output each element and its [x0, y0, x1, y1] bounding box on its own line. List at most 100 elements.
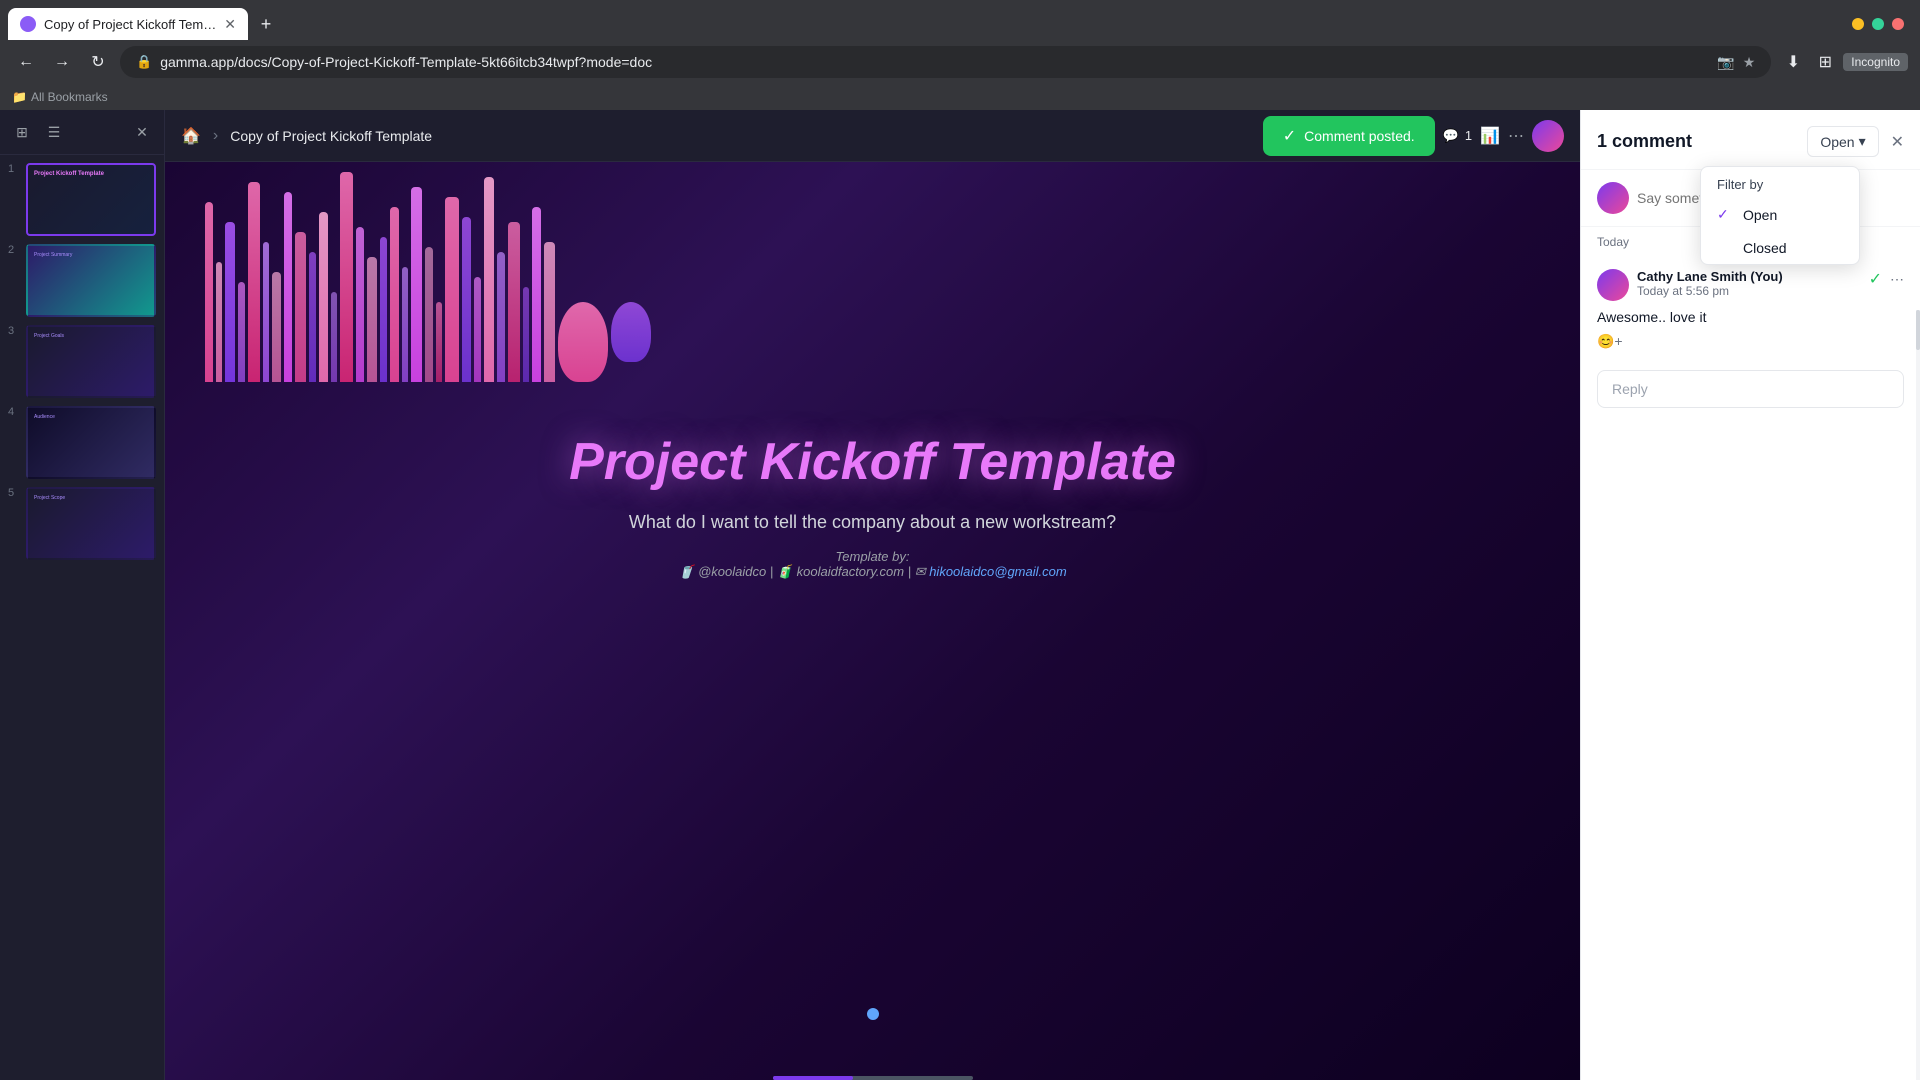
download-button[interactable]: ⬇ — [1779, 48, 1807, 76]
app-topbar: 🏠 › Copy of Project Kickoff Template ✓ C… — [165, 110, 1580, 162]
browser-actions: ⬇ ⊞ Incognito — [1779, 48, 1908, 76]
panel-scroll-area: Today Cathy Lane Smith (You) Today at 5:… — [1581, 227, 1920, 1080]
app-main: 🏠 › Copy of Project Kickoff Template ✓ C… — [165, 110, 1580, 1080]
comment-author-time: Today at 5:56 pm — [1637, 284, 1861, 298]
filter-btn-label: Open — [1820, 134, 1854, 150]
vertical-scrollbar — [1916, 310, 1920, 1080]
filter-dropdown: Filter by ✓ Open ✓ Closed — [1700, 166, 1860, 265]
check-icon: ✓ — [1283, 126, 1296, 146]
scrollbar-thumb — [1916, 310, 1920, 350]
add-emoji-button[interactable]: 😊+ — [1597, 333, 1904, 350]
address-bar[interactable]: 🔒 gamma.app/docs/Copy-of-Project-Kickoff… — [120, 46, 1771, 78]
panel-close-button[interactable]: ✕ — [1891, 132, 1904, 152]
slide-template-by: Template by: 🥤 @koolaidco | 🧃 koolaidfac… — [678, 549, 1066, 580]
list-item[interactable]: 5 Project Scope — [8, 487, 156, 560]
template-separator2: | ✉ — [908, 564, 930, 579]
slide-canvas: Project Kickoff Template What do I want … — [165, 162, 1580, 1080]
dropdown-header: Filter by — [1701, 167, 1859, 198]
horizontal-scrollbar — [773, 1076, 973, 1080]
check-icon: ✓ — [1717, 206, 1733, 223]
minimize-button[interactable] — [1852, 18, 1864, 30]
tab-close-btn[interactable]: ✕ — [224, 16, 236, 33]
slide-number: 2 — [8, 244, 20, 256]
slide-number: 5 — [8, 487, 20, 499]
comment-menu-button[interactable]: ⋯ — [1890, 271, 1904, 288]
filter-option-closed-label: Closed — [1743, 240, 1787, 256]
user-avatar[interactable] — [1532, 120, 1564, 152]
active-tab[interactable]: Copy of Project Kickoff Templa... ✕ — [8, 8, 248, 40]
tab-title: Copy of Project Kickoff Templa... — [44, 17, 216, 32]
slide-number: 3 — [8, 325, 20, 337]
slide-thumbnail[interactable]: Project Scope — [26, 487, 156, 560]
back-button[interactable]: ← — [12, 48, 40, 76]
home-button[interactable]: 🏠 — [181, 126, 201, 146]
template-separator: | 🧃 — [770, 564, 797, 579]
comment-text: Awesome.. love it — [1597, 309, 1904, 325]
topbar-actions: ✓ Comment posted. 💬 1 📊 ⋯ — [1263, 116, 1564, 156]
template-email[interactable]: hikoolaidco@gmail.com — [929, 564, 1066, 579]
list-view-button[interactable]: ☰ — [40, 118, 68, 146]
new-tab-button[interactable]: + — [252, 10, 280, 38]
slide-thumbnails: 1 Project Kickoff Template 2 Project Sum… — [0, 155, 164, 1080]
filter-option-closed[interactable]: ✓ Closed — [1701, 231, 1859, 264]
filter-button[interactable]: Open ▾ — [1807, 126, 1878, 157]
analytics-button[interactable]: 📊 — [1480, 126, 1500, 146]
slide-indicator-circle — [867, 1008, 879, 1020]
comments-panel: 1 comment Open ▾ ✕ Filter by ✓ Open ✓ Cl… — [1580, 110, 1920, 1080]
bookmarks-label: All Bookmarks — [31, 90, 108, 104]
comment-author-avatar — [1597, 269, 1629, 301]
presentation-area: Project Kickoff Template What do I want … — [165, 162, 1580, 1080]
comment-posted-toast: ✓ Comment posted. — [1263, 116, 1435, 156]
comment-icon: 💬 — [1443, 128, 1459, 144]
app-container: ⊞ ☰ ✕ 1 Project Kickoff Template 2 Proje… — [0, 110, 1920, 1080]
bookmarks-bar: 📁 All Bookmarks — [0, 84, 1920, 110]
list-item[interactable]: 2 Project Summary — [8, 244, 156, 317]
chevron-down-icon: ▾ — [1859, 133, 1866, 150]
url-text: gamma.app/docs/Copy-of-Project-Kickoff-T… — [160, 54, 652, 70]
window-controls — [1852, 18, 1912, 30]
more-options-button[interactable]: ⋯ — [1508, 126, 1524, 146]
comment-button[interactable]: 💬 1 — [1443, 128, 1472, 144]
slide-title: Project Kickoff Template — [569, 432, 1176, 492]
slide-number: 4 — [8, 406, 20, 418]
template-handle: 🥤 @koolaidco — [678, 564, 766, 579]
comment-author-row: Cathy Lane Smith (You) Today at 5:56 pm … — [1597, 269, 1904, 301]
list-item[interactable]: 4 Audience — [8, 406, 156, 479]
slide-thumbnail[interactable]: Project Kickoff Template — [26, 163, 156, 236]
panel-title: 1 comment — [1597, 131, 1799, 152]
comment-actions: ✓ ⋯ — [1869, 269, 1904, 289]
refresh-button[interactable]: ↻ — [84, 48, 112, 76]
toast-message: Comment posted. — [1304, 128, 1415, 144]
forward-button[interactable]: → — [48, 48, 76, 76]
template-site: koolaidfactory.com — [797, 564, 904, 579]
comment-author-name: Cathy Lane Smith (You) — [1637, 269, 1861, 284]
comment-count: 1 — [1465, 128, 1472, 143]
window-close-button[interactable] — [1892, 18, 1904, 30]
slide-thumbnail[interactable]: Project Summary — [26, 244, 156, 317]
filter-option-open-label: Open — [1743, 207, 1777, 223]
comment-author-info: Cathy Lane Smith (You) Today at 5:56 pm — [1637, 269, 1861, 298]
breadcrumb-separator: › — [213, 127, 218, 145]
decorative-bars — [165, 162, 1580, 382]
list-item[interactable]: 1 Project Kickoff Template — [8, 163, 156, 236]
incognito-badge: Incognito — [1843, 53, 1908, 71]
scrollbar-thumb — [773, 1076, 853, 1080]
reply-input[interactable]: Reply — [1597, 370, 1904, 408]
sidebar-toolbar: ⊞ ☰ ✕ — [0, 110, 164, 155]
grid-view-button[interactable]: ⊞ — [8, 118, 36, 146]
user-avatar-small — [1597, 182, 1629, 214]
filter-option-open[interactable]: ✓ Open — [1701, 198, 1859, 231]
resolve-comment-button[interactable]: ✓ — [1869, 269, 1882, 289]
tab-favicon — [20, 16, 36, 32]
browser-chrome: Copy of Project Kickoff Templa... ✕ + ← … — [0, 0, 1920, 110]
comment-thread: Cathy Lane Smith (You) Today at 5:56 pm … — [1581, 257, 1920, 362]
slide-thumbnail[interactable]: Project Goals — [26, 325, 156, 398]
sidebar-close-button[interactable]: ✕ — [128, 118, 156, 146]
extension-button[interactable]: ⊞ — [1811, 48, 1839, 76]
empty-check: ✓ — [1717, 239, 1733, 256]
list-item[interactable]: 3 Project Goals — [8, 325, 156, 398]
breadcrumb-title: Copy of Project Kickoff Template — [230, 128, 432, 144]
maximize-button[interactable] — [1872, 18, 1884, 30]
slide-thumbnail[interactable]: Audience — [26, 406, 156, 479]
address-bar-icons: 📷 ★ — [1717, 54, 1755, 71]
